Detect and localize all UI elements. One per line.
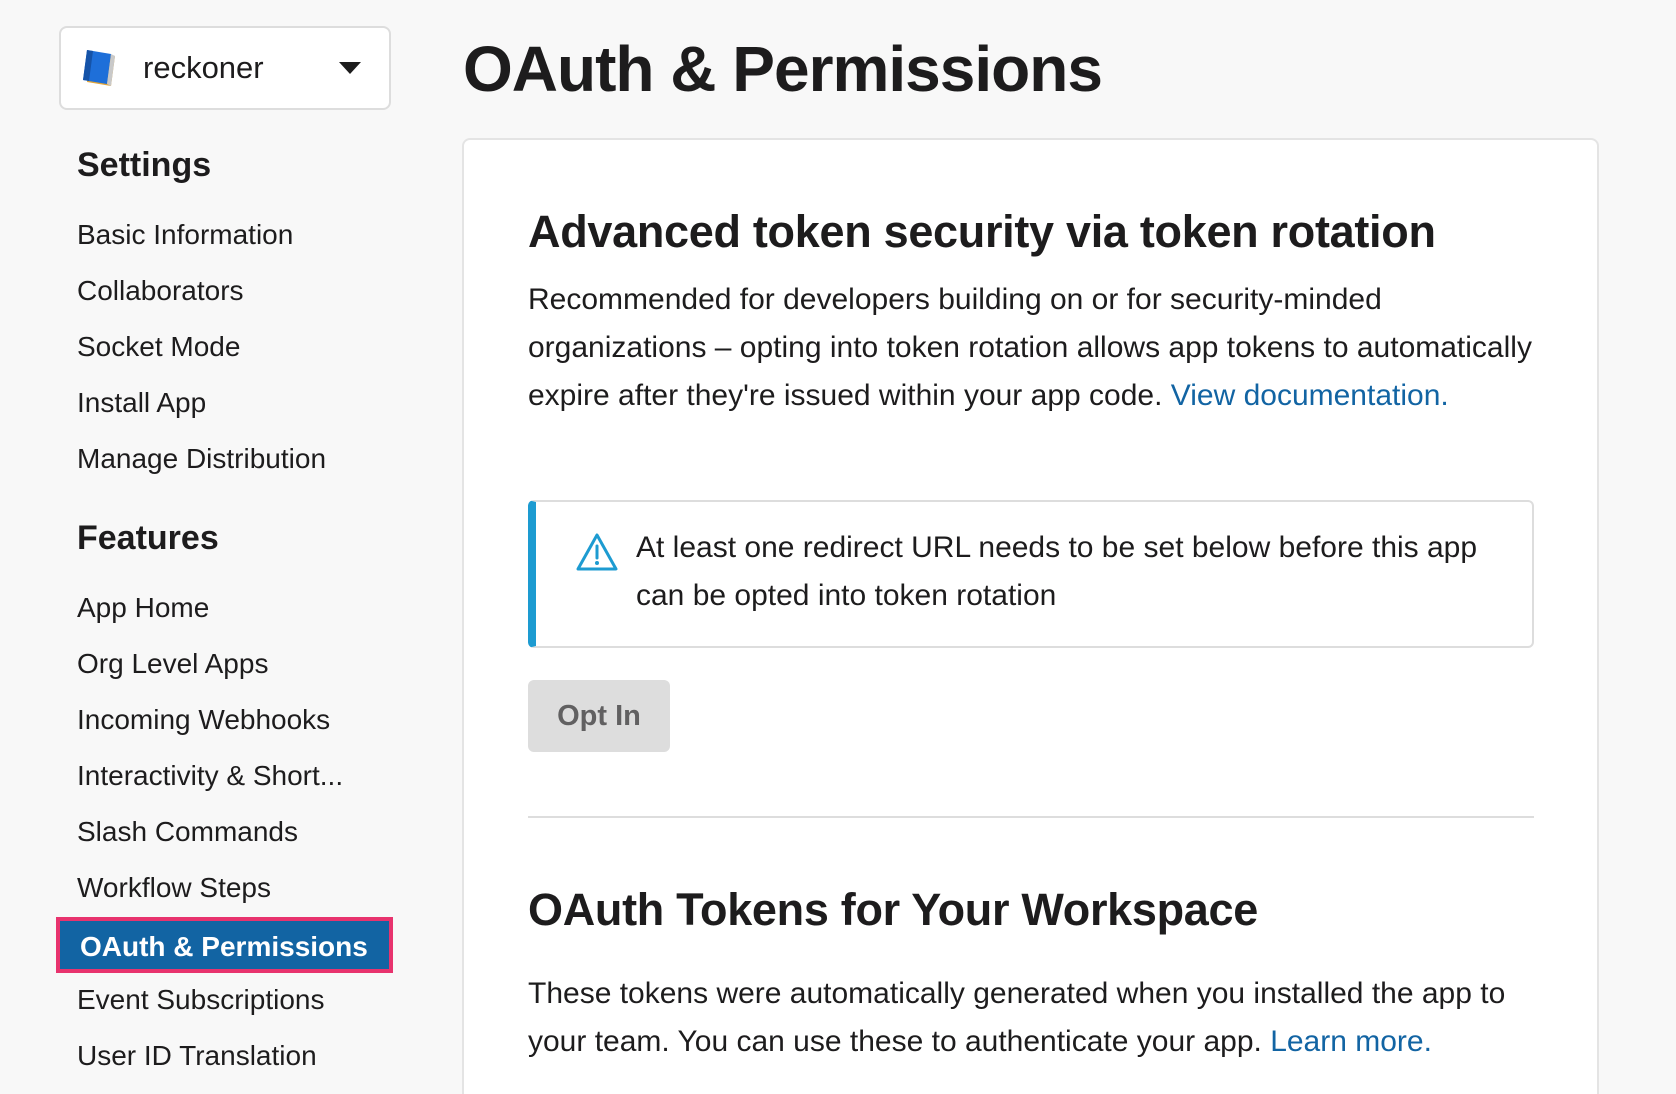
sidebar-item-incoming-webhooks[interactable]: Incoming Webhooks: [77, 704, 330, 736]
sidebar-item-interactivity-shortcuts[interactable]: Interactivity & Short...: [77, 760, 343, 792]
sidebar-item-user-id-translation[interactable]: User ID Translation: [77, 1040, 317, 1072]
token-rotation-heading: Advanced token security via token rotati…: [528, 206, 1436, 257]
redirect-url-callout: At least one redirect URL needs to be se…: [528, 500, 1534, 648]
section-divider: [528, 816, 1534, 818]
sidebar-item-app-home[interactable]: App Home: [77, 592, 209, 624]
page-title: OAuth & Permissions: [463, 33, 1103, 105]
app-switcher[interactable]: reckoner: [59, 26, 391, 110]
sidebar: reckoner Settings Basic Information Coll…: [0, 0, 420, 1094]
sidebar-item-manage-distribution[interactable]: Manage Distribution: [77, 443, 326, 475]
book-icon: [83, 50, 115, 86]
sidebar-item-event-subscriptions[interactable]: Event Subscriptions: [77, 984, 324, 1016]
sidebar-item-collaborators[interactable]: Collaborators: [77, 275, 244, 307]
page: reckoner Settings Basic Information Coll…: [0, 0, 1676, 1094]
features-section-title: Features: [77, 519, 219, 557]
oauth-tokens-heading: OAuth Tokens for Your Workspace: [528, 884, 1258, 935]
sidebar-item-slash-commands[interactable]: Slash Commands: [77, 816, 298, 848]
sidebar-item-install-app[interactable]: Install App: [77, 387, 206, 419]
sidebar-item-oauth-permissions[interactable]: OAuth & Permissions: [56, 917, 393, 973]
app-name: reckoner: [143, 50, 264, 85]
learn-more-link[interactable]: Learn more.: [1270, 1025, 1432, 1058]
sidebar-item-org-level-apps[interactable]: Org Level Apps: [77, 648, 268, 680]
sidebar-item-workflow-steps[interactable]: Workflow Steps: [77, 872, 271, 904]
warning-triangle-icon: [576, 533, 618, 571]
settings-section-title: Settings: [77, 146, 212, 184]
oauth-tokens-description: These tokens were automatically generate…: [528, 970, 1538, 1066]
caret-down-icon: [339, 62, 361, 74]
view-documentation-link[interactable]: View documentation.: [1171, 379, 1449, 412]
opt-in-button[interactable]: Opt In: [528, 680, 670, 752]
sidebar-item-basic-information[interactable]: Basic Information: [77, 219, 293, 251]
callout-text: At least one redirect URL needs to be se…: [636, 531, 1478, 612]
sidebar-item-socket-mode[interactable]: Socket Mode: [77, 331, 240, 363]
token-rotation-description: Recommended for developers building on o…: [528, 276, 1538, 420]
